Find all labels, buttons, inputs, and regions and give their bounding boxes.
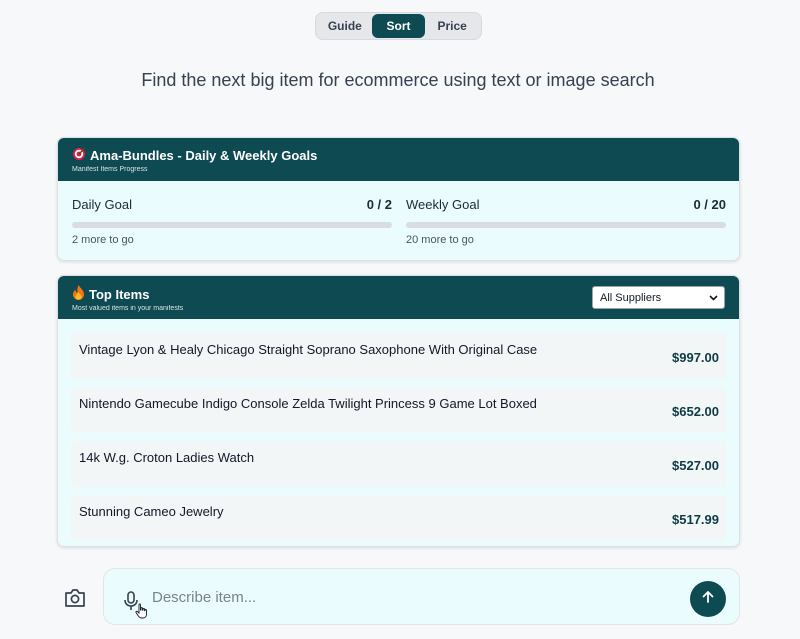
item-name: Vintage Lyon & Healy Chicago Straight So… bbox=[79, 342, 538, 357]
tab-sort[interactable]: Sort bbox=[371, 14, 426, 38]
weekly-goal-remaining: 20 more to go bbox=[406, 234, 474, 246]
fire-icon bbox=[72, 285, 85, 304]
goals-card-subtitle: Manifest Items Progress bbox=[72, 166, 148, 173]
page: Guide Sort Price Find the next big item … bbox=[0, 0, 800, 639]
goals-body: Daily Goal 0 / 2 2 more to go Weekly Goa… bbox=[58, 181, 739, 260]
item-name: Nintendo Gamecube Indigo Console Zelda T… bbox=[79, 396, 537, 411]
item-price: $997.00 bbox=[672, 350, 719, 365]
goals-card: Ama-Bundles - Daily & Weekly Goals Manif… bbox=[57, 137, 740, 261]
supplier-select-value: All Suppliers bbox=[600, 291, 662, 304]
item-price: $527.00 bbox=[672, 458, 719, 473]
camera-button[interactable] bbox=[64, 588, 88, 610]
list-item[interactable]: Vintage Lyon & Healy Chicago Straight So… bbox=[71, 333, 726, 379]
daily-goal: Daily Goal 0 / 2 2 more to go bbox=[72, 197, 392, 246]
weekly-goal-label: Weekly Goal bbox=[406, 197, 480, 212]
chevron-down-icon bbox=[709, 292, 718, 304]
goals-card-header: Ama-Bundles - Daily & Weekly Goals Manif… bbox=[58, 138, 739, 181]
goals-card-title: Ama-Bundles - Daily & Weekly Goals bbox=[90, 148, 318, 163]
top-items-card-header: Top Items Most valued items in your mani… bbox=[58, 276, 739, 319]
tab-guide[interactable]: Guide bbox=[318, 14, 372, 38]
item-price: $517.99 bbox=[672, 512, 719, 527]
daily-goal-label: Daily Goal bbox=[72, 197, 132, 212]
weekly-goal-count: 0 / 20 bbox=[693, 197, 726, 212]
search-bar bbox=[103, 568, 740, 625]
arrow-up-icon bbox=[701, 590, 715, 609]
daily-goal-progress-bar bbox=[72, 222, 392, 228]
top-items-card: Top Items Most valued items in your mani… bbox=[57, 275, 740, 547]
tab-price[interactable]: Price bbox=[425, 14, 479, 38]
page-headline: Find the next big item for ecommerce usi… bbox=[141, 70, 655, 90]
weekly-goal-progress-bar bbox=[406, 222, 726, 228]
hand-cursor-icon bbox=[135, 603, 149, 619]
daily-goal-remaining: 2 more to go bbox=[72, 234, 134, 246]
supplier-select[interactable]: All Suppliers bbox=[592, 286, 725, 309]
daily-goal-count: 0 / 2 bbox=[366, 197, 392, 212]
list-item[interactable]: 14k W.g. Croton Ladies Watch $527.00 bbox=[71, 441, 726, 487]
item-name: Stunning Cameo Jewelry bbox=[79, 504, 224, 519]
view-tabs: Guide Sort Price bbox=[315, 12, 482, 40]
camera-icon bbox=[64, 589, 86, 612]
top-items-list: Vintage Lyon & Healy Chicago Straight So… bbox=[58, 319, 739, 541]
item-price: $652.00 bbox=[672, 404, 719, 419]
item-name: 14k W.g. Croton Ladies Watch bbox=[79, 450, 255, 465]
send-button[interactable] bbox=[690, 581, 726, 617]
weekly-goal: Weekly Goal 0 / 20 20 more to go bbox=[406, 197, 726, 246]
top-items-card-title: Top Items bbox=[89, 286, 150, 302]
describe-item-input[interactable] bbox=[152, 585, 672, 609]
target-icon bbox=[72, 147, 86, 165]
list-item[interactable]: Stunning Cameo Jewelry $517.99 bbox=[71, 495, 726, 541]
list-item[interactable]: Nintendo Gamecube Indigo Console Zelda T… bbox=[71, 387, 726, 433]
